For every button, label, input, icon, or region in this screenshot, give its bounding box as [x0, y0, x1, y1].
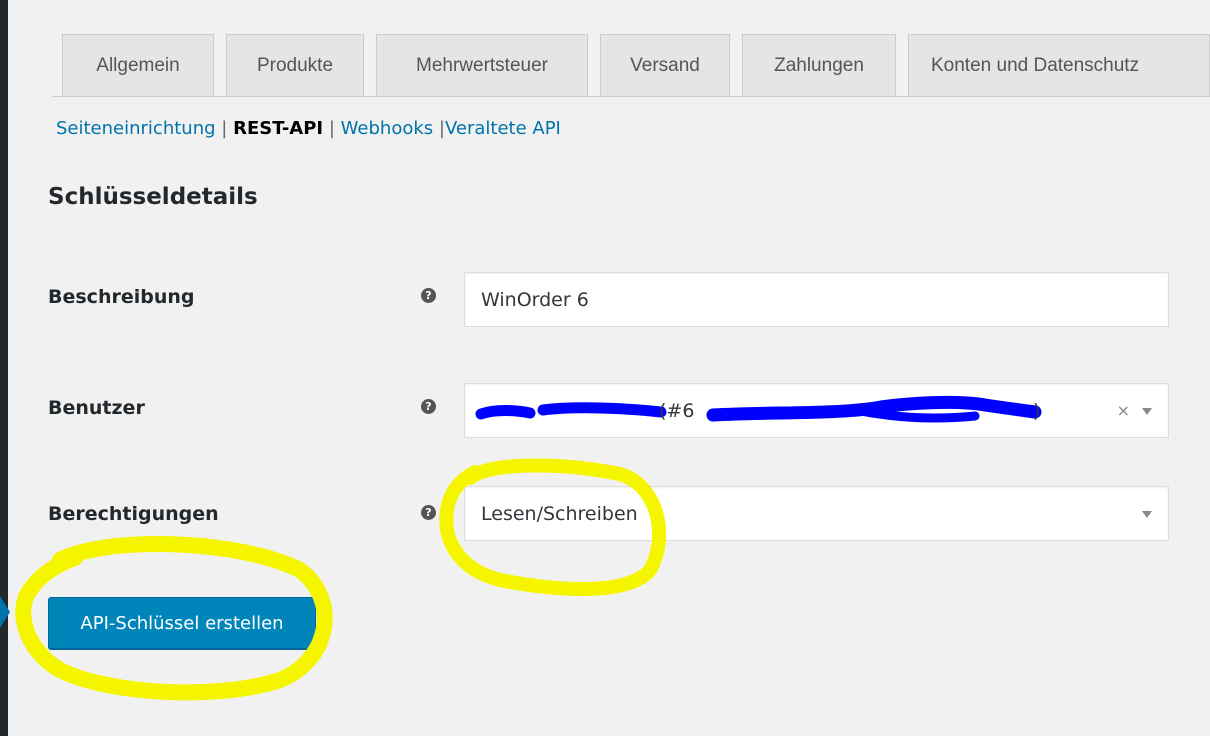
- clear-icon[interactable]: ×: [1117, 401, 1130, 420]
- user-value-close-paren: ): [1033, 400, 1041, 422]
- subnav-seiteneinrichtung[interactable]: Seiteneinrichtung: [56, 118, 216, 139]
- subsection-nav: Seiteneinrichtung | REST-API | Webhooks …: [56, 118, 561, 139]
- collapse-arrow-icon[interactable]: [0, 596, 10, 628]
- tab-zahlungen[interactable]: Zahlungen: [742, 34, 896, 97]
- subnav-rest-api: REST-API: [233, 118, 324, 139]
- user-value-visible: (#6: [659, 400, 695, 422]
- redaction-scribble: [475, 395, 1042, 423]
- chevron-down-icon[interactable]: [1142, 408, 1152, 415]
- settings-tabs: Allgemein Produkte Mehrwertsteuer Versan…: [52, 34, 1210, 97]
- tab-produkte[interactable]: Produkte: [226, 34, 364, 97]
- description-input[interactable]: [481, 288, 1168, 311]
- help-icon[interactable]: ?: [421, 288, 436, 303]
- permissions-select[interactable]: Lesen/Schreiben: [464, 486, 1169, 541]
- user-select[interactable]: (#6 ) ×: [464, 383, 1169, 438]
- chevron-down-icon[interactable]: [1142, 511, 1152, 518]
- subnav-separator: |: [221, 118, 228, 139]
- help-icon[interactable]: ?: [421, 399, 436, 414]
- subnav-webhooks[interactable]: Webhooks: [341, 118, 433, 139]
- tab-allgemein[interactable]: Allgemein: [62, 34, 214, 97]
- subnav-separator: |: [328, 118, 335, 139]
- permissions-label: Berechtigungen: [48, 503, 219, 525]
- help-icon[interactable]: ?: [421, 505, 436, 520]
- section-title: Schlüsseldetails: [48, 184, 258, 210]
- subnav-veraltete-api[interactable]: Veraltete API: [445, 118, 561, 139]
- permissions-value: Lesen/Schreiben: [481, 502, 638, 525]
- tab-konten-datenschutz[interactable]: Konten und Datenschutz: [908, 34, 1210, 97]
- description-label: Beschreibung: [48, 286, 195, 308]
- description-field[interactable]: [464, 272, 1169, 327]
- user-label: Benutzer: [48, 397, 145, 419]
- tab-mehrwertsteuer[interactable]: Mehrwertsteuer: [376, 34, 588, 97]
- tab-versand[interactable]: Versand: [600, 34, 730, 97]
- create-api-key-button[interactable]: API-Schlüssel erstellen: [48, 597, 316, 649]
